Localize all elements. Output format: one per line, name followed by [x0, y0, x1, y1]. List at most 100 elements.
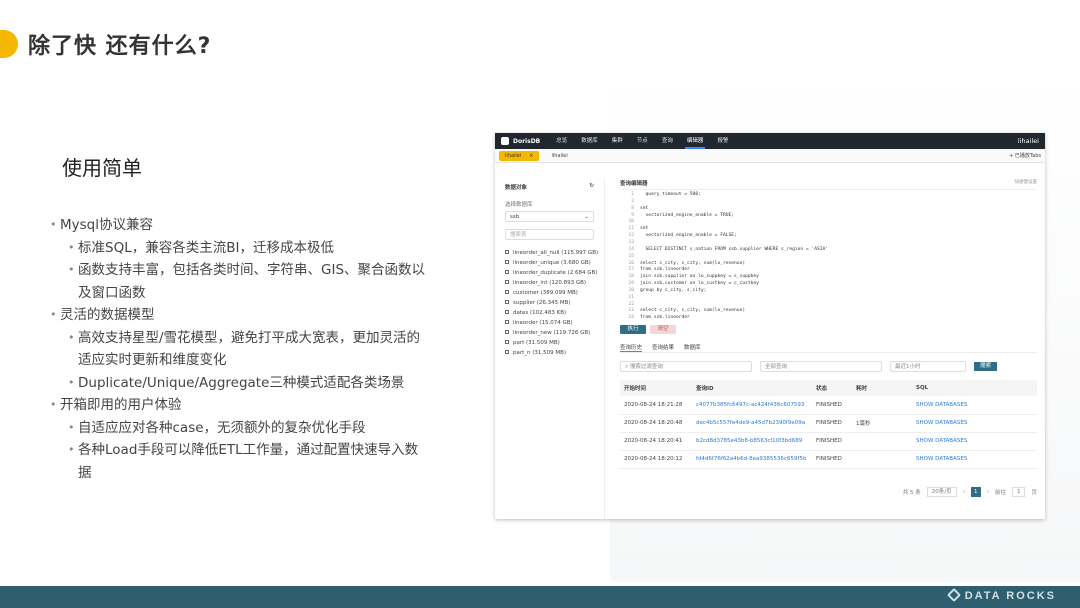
tab-database[interactable]: 数据库	[684, 343, 701, 352]
code-line: set	[640, 226, 649, 232]
nav-item[interactable]: 数据库	[579, 133, 600, 149]
line-number: 9	[631, 212, 634, 218]
table-item[interactable]: lineorder_all_null (115.997 GB)	[505, 248, 598, 258]
cell-id[interactable]: c4077b385fc6497c-ac424f436c607593	[692, 396, 812, 415]
table-item[interactable]: lineorder_unique (3.680 GB)	[505, 258, 594, 268]
code-line: query_timeout = 500;	[640, 192, 701, 197]
tab-label: lihailei	[505, 152, 522, 159]
table-item-label: lineorder_unique (3.680 GB)	[513, 260, 591, 266]
table-search-input[interactable]: 搜索表	[505, 229, 594, 240]
query-type-select[interactable]: 全部查询	[760, 361, 882, 372]
cell-sql[interactable]: SHOW DATABASES	[912, 432, 1037, 451]
cell-status: FINISHED	[812, 432, 852, 451]
nav-item[interactable]: 报警	[715, 133, 730, 149]
table-row[interactable]: 2020-08-24 18:20:41 b2cd8d3785e43b8-b8563…	[620, 432, 1037, 451]
tab-label: lihailei	[551, 152, 568, 159]
cell-cost	[852, 432, 912, 451]
cell-id[interactable]: fd4d6f76f62a4b6d-8ea9385536c659f5b	[692, 450, 812, 469]
line-number: 23	[628, 308, 634, 314]
database-select[interactable]: ssb ⌄	[505, 211, 594, 222]
top-nav: DorisDB 总览 数据库 集群 节点 查询 编辑器 报警 lihailei	[495, 133, 1045, 149]
tab-query-result[interactable]: 查询结果	[652, 343, 674, 352]
nav-item[interactable]: 查询	[660, 133, 675, 149]
code-line: join ssb.supplier on lo_suppkey = s_supp…	[640, 274, 759, 280]
cell-time: 2020-08-24 18:20:41	[620, 432, 692, 451]
editor-title: 查询编辑器	[620, 181, 648, 187]
table-item[interactable]: part (31.509 MB)	[505, 338, 594, 348]
line-number: 19	[628, 281, 634, 287]
bullet-item: 高效支持星型/雪花模型，避免打平成大宽表，更加灵活的适应实时更新和维度变化	[50, 327, 430, 372]
table-item[interactable]: lineorder_duplicate (2.684 GB)	[505, 268, 597, 278]
cell-id[interactable]: b2cd8d3785e43b8-b8563cf10f3bd689	[692, 432, 812, 451]
goto-page-input[interactable]: 1	[1011, 486, 1026, 497]
cell-sql[interactable]: SHOW DATABASES	[912, 396, 1037, 415]
line-number: 24	[628, 315, 634, 321]
add-tab-button[interactable]: + 已播放Tabs	[1009, 152, 1041, 159]
table-row[interactable]: 2020-08-24 18:20:12 fd4d6f76f62a4b6d-8ea9…	[620, 450, 1037, 469]
table-item[interactable]: customer (389.099 MB)	[505, 288, 594, 298]
code-line: group by c_city, s_city;	[640, 287, 707, 293]
table-list: lineorder_all_null (115.997 GB) lineorde…	[505, 248, 598, 358]
table-item-label: lineorder (15.074 GB)	[513, 320, 573, 326]
column-header[interactable]: SQL	[912, 380, 1037, 396]
user-name[interactable]: lihailei	[1018, 137, 1039, 145]
table-item[interactable]: lineorder_new (119.726 GB)	[505, 328, 594, 338]
code-line: join ssb.customer on lo_custkey = c_cust…	[640, 281, 759, 287]
nav-item[interactable]: 总览	[554, 133, 569, 149]
table-item[interactable]: supplier (26.345 MB)	[505, 298, 594, 308]
brand-logo: DATA ROCKS	[946, 587, 1056, 603]
search-button[interactable]: 搜索	[974, 362, 998, 371]
table-item[interactable]: dates (102.483 KB)	[505, 308, 594, 318]
bullet-item: 开箱即用的用户体验	[50, 394, 430, 417]
column-header[interactable]: 开始时间	[620, 380, 692, 396]
editor-hint[interactable]: 快捷键设置	[1015, 179, 1038, 187]
nav-item-editor[interactable]: 编辑器	[684, 133, 706, 149]
bullet-item: Duplicate/Unique/Aggregate三种模式适配各类场景	[50, 372, 430, 395]
table-icon	[505, 290, 509, 294]
cell-sql[interactable]: SHOW DATABASES	[912, 414, 1037, 433]
table-item-label: lineorder_all_null (115.997 GB)	[513, 250, 599, 256]
table-item-label: lineorder_int (120.893 GB)	[513, 280, 587, 286]
column-header[interactable]: 状态	[812, 380, 852, 396]
bullet-item: Mysql协议兼容	[50, 214, 430, 237]
nav-item[interactable]: 集群	[610, 133, 625, 149]
cell-status: FINISHED	[812, 450, 852, 469]
code-line: vectorized_engine_enable = FALSE;	[640, 233, 737, 239]
app-screenshot: DorisDB 总览 数据库 集群 节点 查询 编辑器 报警 lihailei …	[495, 133, 1045, 519]
tab-query-history[interactable]: 查询历史	[620, 343, 643, 352]
current-page[interactable]: 1	[970, 486, 981, 497]
sql-editor[interactable]: 1 query_timeout = 500; 2 8 set 9 vectorized_…	[620, 189, 1037, 321]
app-logo-icon	[501, 137, 509, 145]
refresh-icon[interactable]: ↻	[589, 183, 594, 191]
brand-name: DATA ROCKS	[964, 590, 1056, 602]
table-item[interactable]: part_n (31.509 MB)	[505, 348, 594, 358]
page-size-select[interactable]: 20条/页	[926, 486, 957, 497]
editor-tab[interactable]: lihailei	[545, 151, 573, 161]
history-table: 开始时间 查询ID 状态 耗时 SQL 2020-08-24 18:21:28 c…	[620, 380, 1037, 469]
cell-sql[interactable]: SHOW DATABASES	[912, 450, 1037, 469]
history-search-placeholder: 搜索过滤查询	[629, 364, 663, 370]
nav-item[interactable]: 节点	[635, 133, 650, 149]
select-db-label: 选择数据库	[505, 202, 533, 208]
editor-tab-active[interactable]: lihailei ×	[499, 150, 540, 161]
next-page-icon[interactable]: ›	[987, 489, 989, 495]
table-item-label: lineorder_new (119.726 GB)	[513, 330, 591, 336]
close-icon[interactable]: ×	[529, 153, 533, 159]
footer-bar	[0, 586, 1080, 608]
table-item[interactable]: lineorder_int (120.893 GB)	[505, 278, 594, 288]
run-button[interactable]: 执行	[620, 324, 646, 334]
time-range-select[interactable]: 最近1小时	[890, 361, 966, 372]
bullet-list: Mysql协议兼容 标准SQL，兼容各类主流BI，迁移成本极低 函数支持丰富，包…	[50, 214, 430, 484]
table-icon	[505, 350, 509, 354]
table-item-label: supplier (26.345 MB)	[513, 300, 571, 306]
history-search-input[interactable]: ⌕ 搜索过滤查询	[620, 361, 752, 372]
line-number: 17	[628, 267, 634, 273]
prev-page-icon[interactable]: ‹	[963, 489, 965, 495]
table-row[interactable]: 2020-08-24 18:21:28 c4077b385fc6497c-ac42…	[620, 396, 1037, 415]
column-header[interactable]: 耗时	[852, 380, 912, 396]
table-row[interactable]: 2020-08-24 18:20:48 dec4b5c557fe4de9-a45d…	[620, 414, 1037, 433]
column-header[interactable]: 查询ID	[692, 380, 812, 396]
cell-id[interactable]: dec4b5c557fe4de9-a45d7b2390f9e09a	[692, 414, 812, 433]
table-item[interactable]: lineorder (15.074 GB)	[505, 318, 594, 328]
clear-button[interactable]: 清空	[650, 324, 676, 334]
